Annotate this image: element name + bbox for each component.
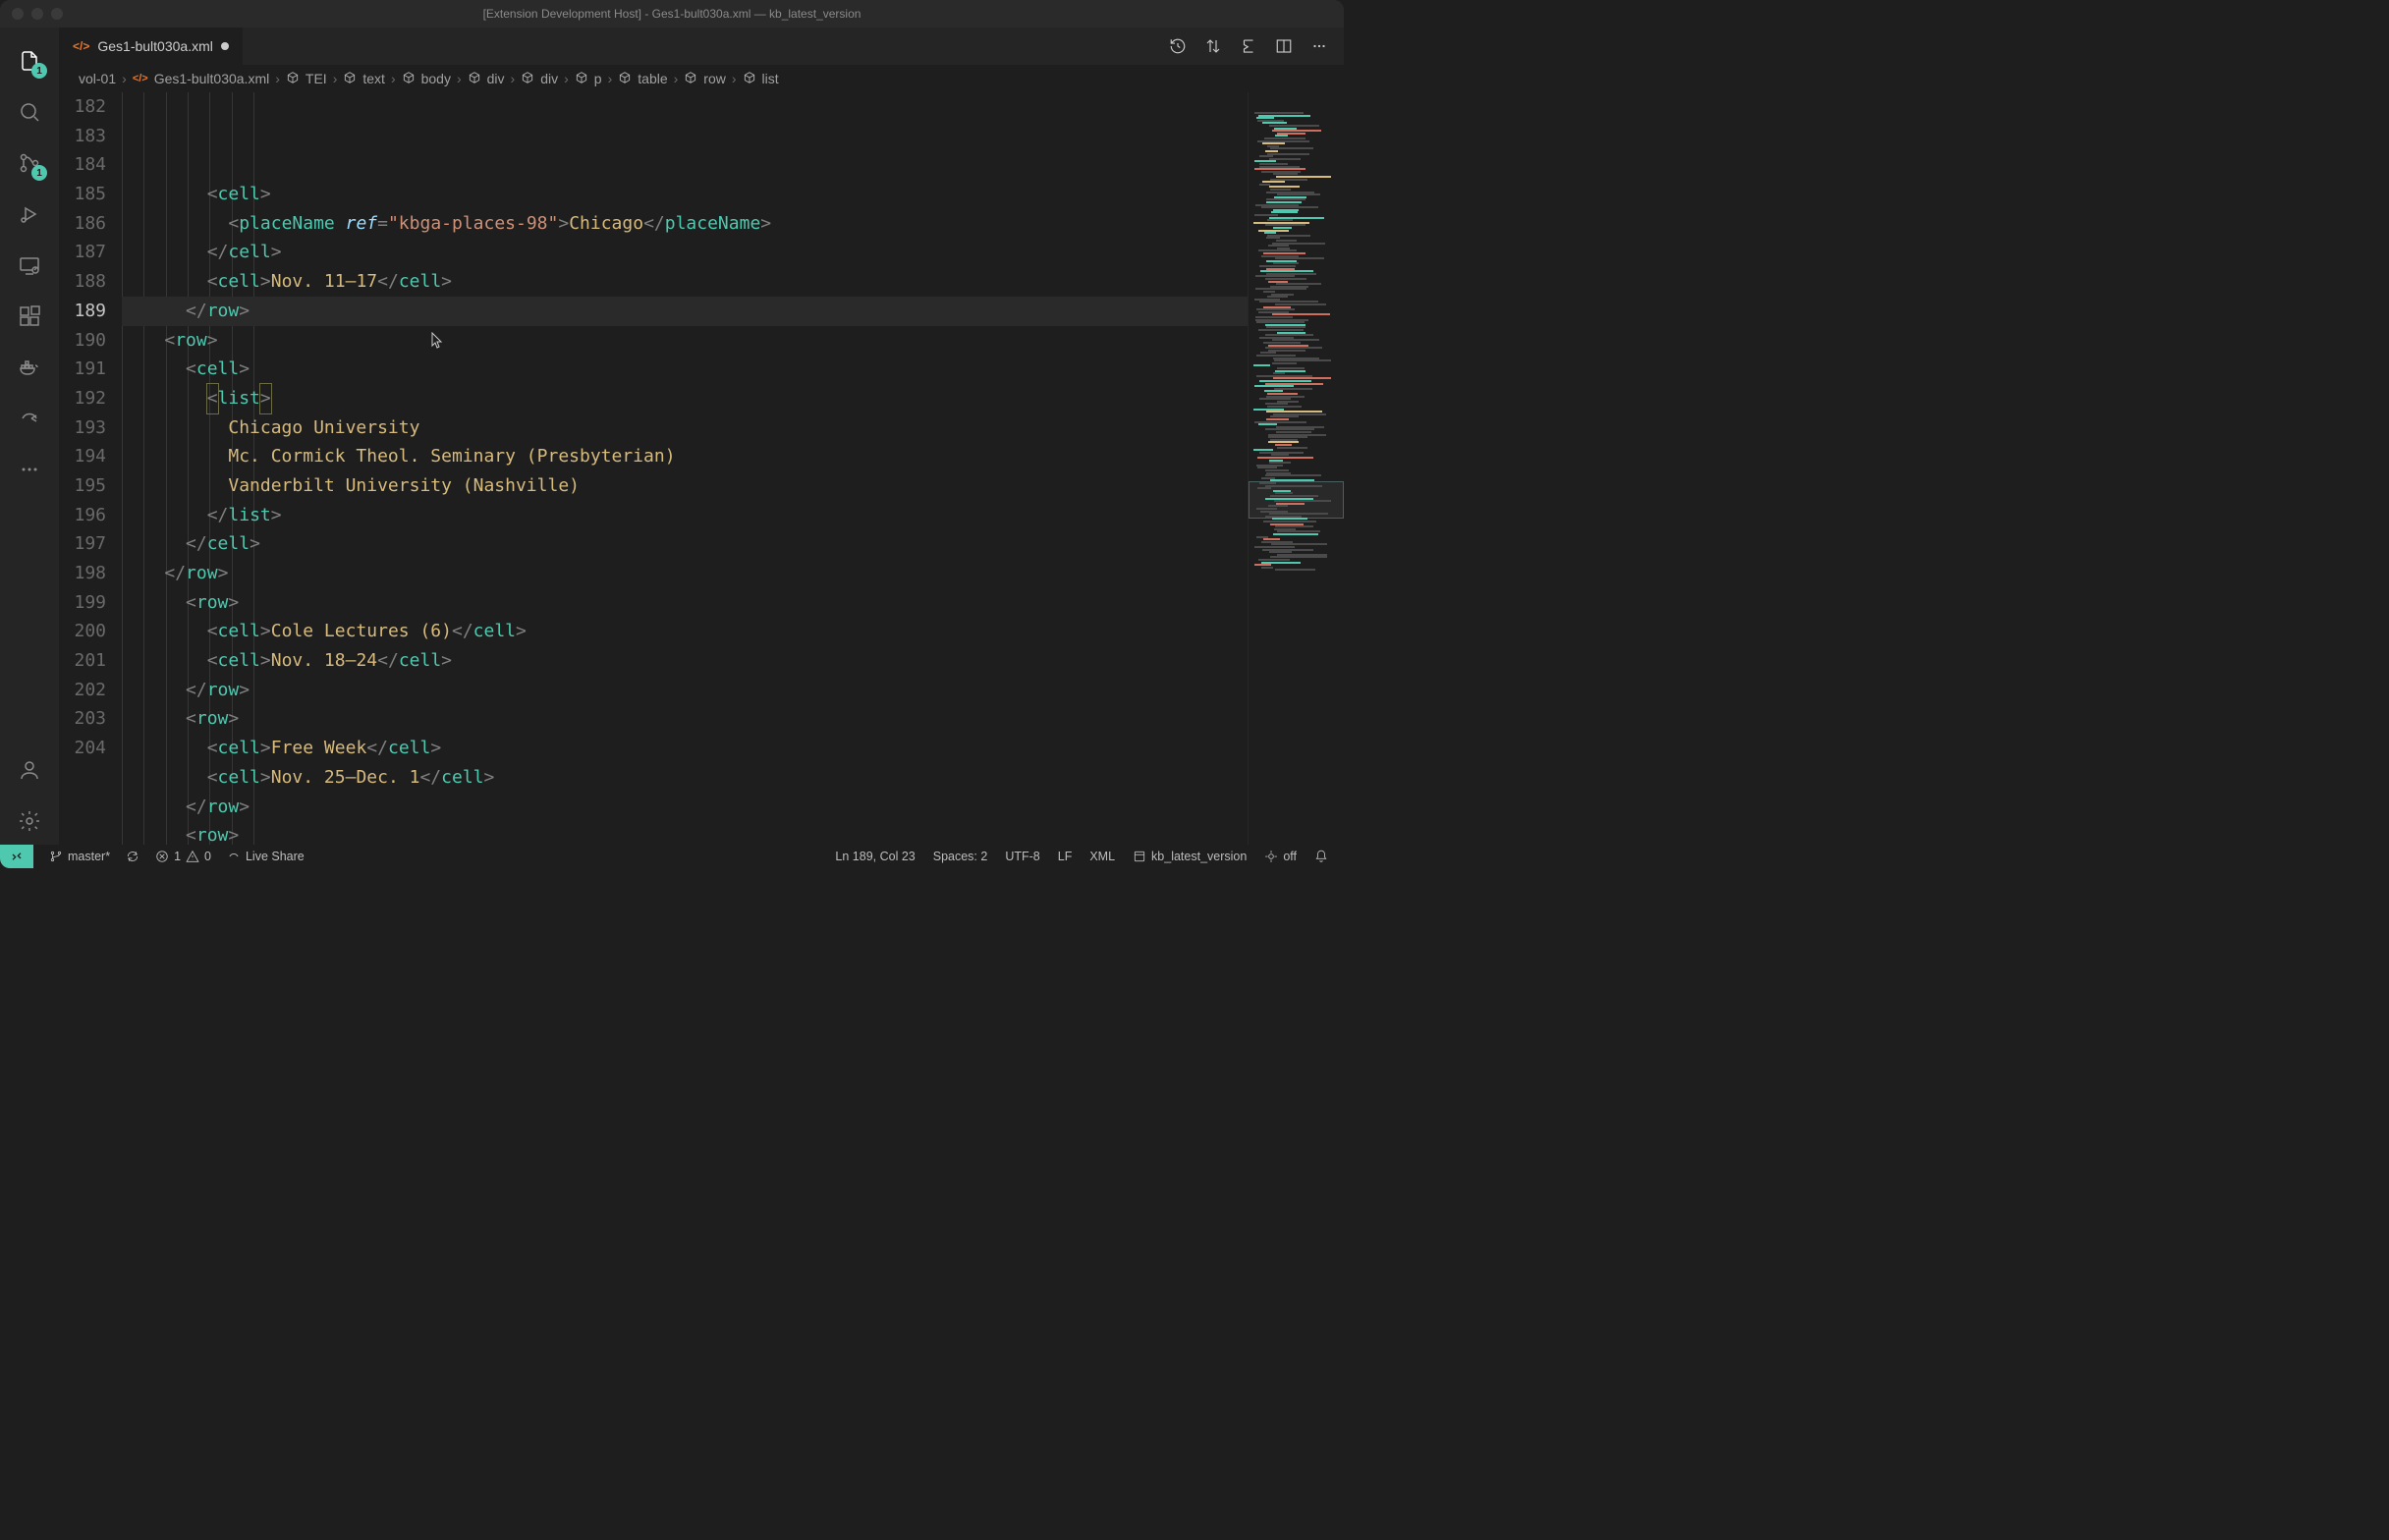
tab-open-file[interactable]: </> Ges1-bult030a.xml: [59, 28, 244, 65]
statusbar-left: master* 1 0 Live Share: [0, 845, 305, 868]
compare-icon[interactable]: [1204, 37, 1222, 55]
remote-explorer-icon[interactable]: [6, 242, 53, 289]
breadcrumb-item[interactable]: div: [487, 71, 505, 86]
run-debug-icon[interactable]: [6, 191, 53, 238]
tab-filename: Ges1-bult030a.xml: [97, 38, 213, 54]
traffic-lights: [12, 8, 63, 20]
minimize-window-button[interactable]: [31, 8, 43, 20]
live-share-status[interactable]: Live Share: [227, 850, 305, 863]
breadcrumb-item[interactable]: list: [762, 71, 779, 86]
breadcrumb-item[interactable]: table: [638, 71, 667, 86]
code-editor[interactable]: 1821831841851861871881891901911921931941…: [59, 92, 1248, 845]
minimap[interactable]: [1248, 92, 1344, 845]
main-body: 1 1: [0, 28, 1344, 845]
breadcrumb-item[interactable]: vol-01: [79, 71, 116, 86]
language-mode[interactable]: XML: [1089, 850, 1115, 863]
more-actions-icon[interactable]: [1310, 37, 1328, 55]
code-content[interactable]: <cell> <placeName ref="kbga-places-98">C…: [122, 92, 1248, 845]
timeline-icon[interactable]: [1169, 37, 1187, 55]
editor-area: </> Ges1-bult030a.xml vol-01›</>Ges1-bul…: [59, 28, 1344, 845]
statusbar-right: Ln 189, Col 23 Spaces: 2 UTF-8 LF XML kb…: [835, 850, 1344, 863]
xml-file-icon: </>: [73, 39, 89, 53]
encoding[interactable]: UTF-8: [1005, 850, 1039, 863]
accounts-icon[interactable]: [6, 746, 53, 794]
breadcrumb-item[interactable]: text: [362, 71, 385, 86]
statusbar: master* 1 0 Live Share Ln 189, Col 23 Sp…: [0, 845, 1344, 868]
run-icon[interactable]: [1240, 37, 1257, 55]
explorer-icon[interactable]: 1: [6, 37, 53, 84]
docker-icon[interactable]: [6, 344, 53, 391]
live-share-icon[interactable]: [6, 395, 53, 442]
window-title: [Extension Development Host] - Ges1-bult…: [483, 7, 861, 21]
editor-body: 1821831841851861871881891901911921931941…: [59, 92, 1344, 845]
search-icon[interactable]: [6, 88, 53, 136]
breadcrumb-item[interactable]: TEI: [306, 71, 327, 86]
dirty-indicator-icon: [221, 42, 229, 50]
mouse-cursor-icon: [431, 332, 443, 350]
breadcrumb-item[interactable]: body: [421, 71, 451, 86]
breadcrumbs[interactable]: vol-01›</>Ges1-bult030a.xml›TEI›text›bod…: [59, 65, 1344, 92]
ports-indicator[interactable]: off: [1264, 850, 1297, 863]
breadcrumb-item[interactable]: p: [594, 71, 602, 86]
close-window-button[interactable]: [12, 8, 24, 20]
editor-window: [Extension Development Host] - Ges1-bult…: [0, 0, 1344, 868]
indentation[interactable]: Spaces: 2: [933, 850, 988, 863]
cursor-position[interactable]: Ln 189, Col 23: [835, 850, 915, 863]
notifications-icon[interactable]: [1314, 850, 1328, 863]
git-branch[interactable]: master*: [49, 850, 110, 863]
scm-badge: 1: [31, 165, 47, 181]
line-number-gutter: 1821831841851861871881891901911921931941…: [59, 92, 122, 845]
remote-indicator[interactable]: [0, 845, 33, 868]
tab-bar: </> Ges1-bult030a.xml: [59, 28, 1344, 65]
breadcrumb-item[interactable]: div: [540, 71, 558, 86]
workspace-indicator[interactable]: kb_latest_version: [1133, 850, 1247, 863]
breadcrumb-item[interactable]: Ges1-bult030a.xml: [154, 71, 270, 86]
settings-icon[interactable]: [6, 798, 53, 845]
sync-button[interactable]: [126, 850, 139, 863]
activity-bar: 1 1: [0, 28, 59, 845]
explorer-badge: 1: [31, 63, 47, 79]
eol[interactable]: LF: [1058, 850, 1073, 863]
editor-actions: [1169, 28, 1344, 65]
problems-indicator[interactable]: 1 0: [155, 850, 211, 863]
more-icon[interactable]: [6, 446, 53, 493]
split-editor-icon[interactable]: [1275, 37, 1293, 55]
titlebar: [Extension Development Host] - Ges1-bult…: [0, 0, 1344, 28]
source-control-icon[interactable]: 1: [6, 139, 53, 187]
zoom-window-button[interactable]: [51, 8, 63, 20]
extensions-icon[interactable]: [6, 293, 53, 340]
breadcrumb-item[interactable]: row: [703, 71, 726, 86]
